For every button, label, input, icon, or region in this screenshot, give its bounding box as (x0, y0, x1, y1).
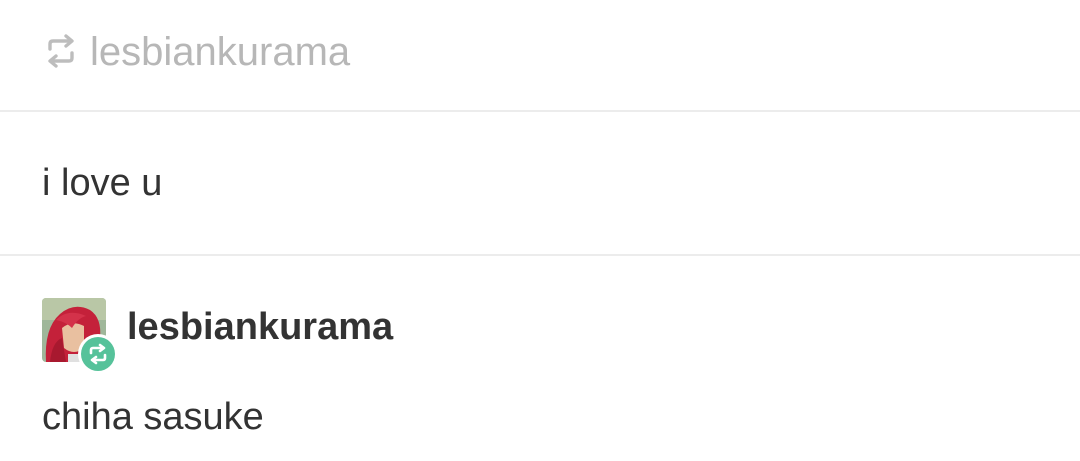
reblog-icon (44, 34, 78, 68)
reblog-badge (78, 334, 118, 374)
original-post: lesbiankurama chiha sasuke (0, 256, 1080, 461)
post-username-link[interactable]: lesbiankurama (127, 304, 393, 350)
reblog-comment: i love u (0, 112, 1080, 256)
reblog-header: lesbiankurama (0, 0, 1080, 112)
comment-text: i love u (42, 162, 163, 204)
post-body-text: chiha sasuke (42, 396, 264, 438)
reblog-badge-icon (89, 343, 107, 365)
reblog-username-link[interactable]: lesbiankurama (90, 26, 350, 78)
